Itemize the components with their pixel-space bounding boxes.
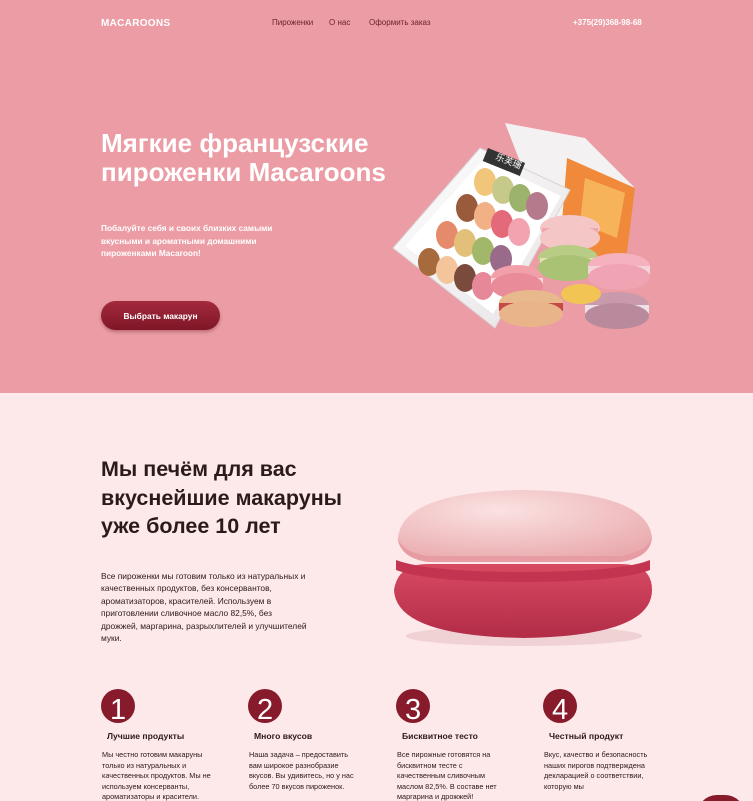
feature-number: 4 xyxy=(552,694,569,726)
feature-title: Много вкусов xyxy=(254,731,313,741)
feature-number-badge: 2 xyxy=(248,689,282,726)
feature-text: Мы честно готовим макаруны только из нат… xyxy=(102,750,211,801)
top-nav: MACAROONS Пироженки О нас Оформить заказ… xyxy=(0,0,753,46)
feature-text: Наша задача – предоставить вам широкое р… xyxy=(249,750,354,791)
feature-number: 2 xyxy=(257,694,274,726)
feature-text: Вкус, качество и безопасность наших пиро… xyxy=(544,750,648,791)
feature-title: Бисквитное тесто xyxy=(402,731,478,741)
nav-link-order[interactable]: Оформить заказ xyxy=(369,18,431,27)
feature-number: 3 xyxy=(405,694,422,726)
feature-title: Честный продукт xyxy=(549,731,624,741)
feature-title: Лучшие продукты xyxy=(107,731,185,741)
hero-section: MACAROONS Пироженки О нас Оформить заказ… xyxy=(0,0,753,393)
about-text: Все пироженки мы готовим только из натур… xyxy=(101,571,307,644)
feature-number-badge: 4 xyxy=(543,689,577,726)
phone-number[interactable]: +375(29)368-98-68 xyxy=(573,18,642,27)
macaroon-box-image: 乐芙珊 xyxy=(392,123,650,329)
macaroon-closeup-image xyxy=(394,490,652,646)
scroll-to-top-button[interactable] xyxy=(697,795,745,801)
feature-number-badge: 1 xyxy=(101,689,135,726)
hero-subtitle: Побалуйте себя и своих близких самыми вк… xyxy=(101,223,273,258)
choose-macaroon-button[interactable]: Выбрать макарун xyxy=(101,301,220,330)
feature-number-badge: 3 xyxy=(396,689,430,726)
logo[interactable]: MACAROONS xyxy=(101,18,170,29)
feature-number: 1 xyxy=(110,694,127,726)
nav-link-about[interactable]: О нас xyxy=(329,18,350,27)
nav-link-pastries[interactable]: Пироженки xyxy=(272,18,313,27)
about-title: Мы печём для вас вкуснейшие макаруны уже… xyxy=(101,457,343,538)
feature-text: Все пирожные готовятся на бисквитном тес… xyxy=(397,750,497,801)
hero-title: Мягкие французские пироженки Macaroons xyxy=(101,128,386,187)
